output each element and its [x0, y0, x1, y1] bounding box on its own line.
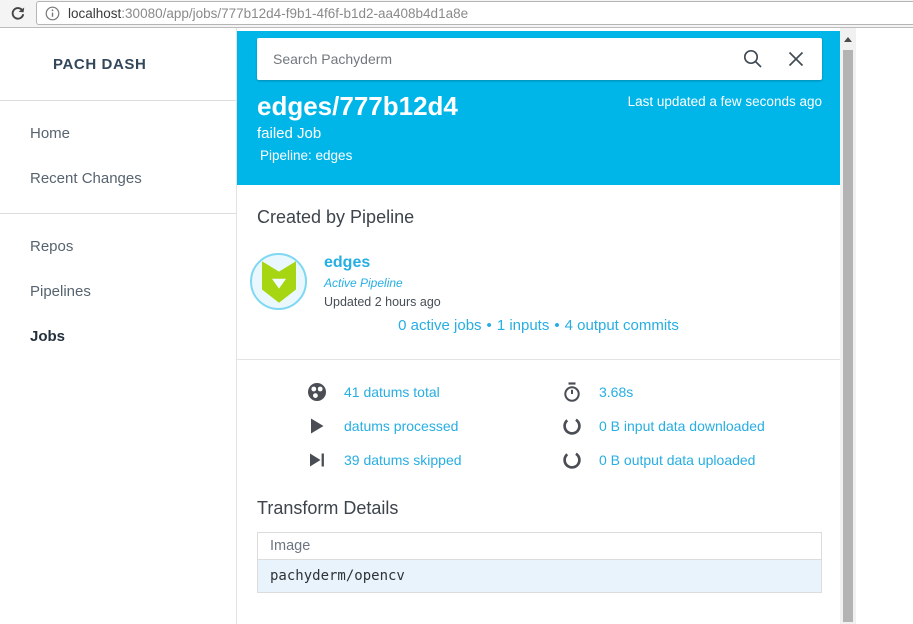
pipeline-card: edges Active Pipeline Updated 2 hours ag… [250, 253, 840, 310]
sidebar-item-repos[interactable]: Repos [0, 224, 236, 269]
pipeline-links: 0 active jobs•1 inputs•4 output commits [237, 317, 840, 334]
skip-icon [307, 451, 327, 469]
active-jobs-link[interactable]: 0 active jobs [398, 317, 481, 334]
pipeline-state: Active Pipeline [324, 276, 441, 290]
pachyderm-shield-icon [262, 260, 296, 304]
stat-label: 0 B input data downloaded [599, 418, 765, 434]
main-panel: edges/777b12d4 Last updated a few second… [237, 28, 840, 624]
pipeline-avatar [250, 253, 307, 310]
url-bar[interactable]: localhost:30080/app/jobs/777b12d4-f9b1-4… [36, 1, 913, 25]
stopwatch-icon [562, 382, 582, 402]
search-input[interactable] [273, 51, 742, 67]
url-path: :30080/app/jobs/777b12d4-f9b1-4f6f-b1d2-… [121, 6, 468, 21]
pipeline-name-link[interactable]: edges [324, 254, 441, 272]
stat-label: datums processed [344, 418, 458, 434]
search-bar [257, 38, 822, 80]
reload-button[interactable] [0, 0, 36, 27]
last-updated-text: Last updated a few seconds ago [628, 94, 822, 109]
job-pipeline-label: Pipeline: edges [257, 148, 822, 163]
link-separator: • [487, 317, 492, 334]
image-cell: pachyderm/opencv [258, 560, 822, 593]
reload-icon [10, 6, 26, 22]
sidebar-item-jobs[interactable]: Jobs [0, 314, 236, 359]
pipeline-updated: Updated 2 hours ago [324, 295, 441, 309]
browser-bar: localhost:30080/app/jobs/777b12d4-f9b1-4… [0, 0, 913, 28]
scroll-up-button[interactable] [840, 28, 856, 50]
page-gutter [856, 28, 913, 624]
job-status: failed Job [257, 125, 822, 142]
app-brand: PACH DASH [0, 28, 236, 100]
transform-table: Image pachyderm/opencv [257, 532, 822, 593]
upload-icon [562, 450, 582, 470]
table-header-row: Image [258, 533, 822, 560]
stat-datums-skipped: 39 datums skipped [307, 450, 562, 470]
url-host: localhost [68, 6, 121, 21]
inputs-link[interactable]: 1 inputs [497, 317, 550, 334]
vertical-scrollbar[interactable] [840, 28, 856, 624]
search-icon[interactable] [742, 48, 764, 70]
sidebar-item-recent-changes[interactable]: Recent Changes [0, 156, 236, 201]
stat-input-downloaded: 0 B input data downloaded [562, 416, 765, 436]
stat-label: 0 B output data uploaded [599, 452, 755, 468]
job-stats: 41 datums total datums processed [237, 360, 840, 470]
stat-label: 39 datums skipped [344, 452, 462, 468]
scroll-up-icon [844, 37, 852, 42]
stat-output-uploaded: 0 B output data uploaded [562, 450, 765, 470]
scrollbar-thumb[interactable] [843, 50, 853, 622]
stat-label: 41 datums total [344, 384, 440, 400]
stat-label: 3.68s [599, 384, 633, 400]
link-separator: • [554, 317, 559, 334]
play-icon [307, 417, 327, 435]
datums-total-icon [307, 382, 327, 402]
stat-datums-processed: datums processed [307, 416, 562, 436]
created-by-heading: Created by Pipeline [257, 207, 840, 228]
image-column-header: Image [258, 533, 822, 560]
stat-datums-total: 41 datums total [307, 382, 562, 402]
job-details: Created by Pipeline edges Active Pipelin… [237, 185, 840, 624]
sidebar-item-pipelines[interactable]: Pipelines [0, 269, 236, 314]
output-commits-link[interactable]: 4 output commits [565, 317, 679, 334]
job-title: edges/777b12d4 [257, 92, 458, 122]
job-header: edges/777b12d4 Last updated a few second… [237, 31, 840, 185]
sidebar: PACH DASH Home Recent Changes Repos Pipe… [0, 28, 237, 624]
table-row[interactable]: pachyderm/opencv [258, 560, 822, 593]
close-icon[interactable] [786, 49, 806, 69]
transform-details-heading: Transform Details [257, 498, 840, 519]
sidebar-item-home[interactable]: Home [0, 111, 236, 156]
stat-duration: 3.68s [562, 382, 765, 402]
download-icon [562, 416, 582, 436]
page-info-icon[interactable] [45, 6, 60, 21]
